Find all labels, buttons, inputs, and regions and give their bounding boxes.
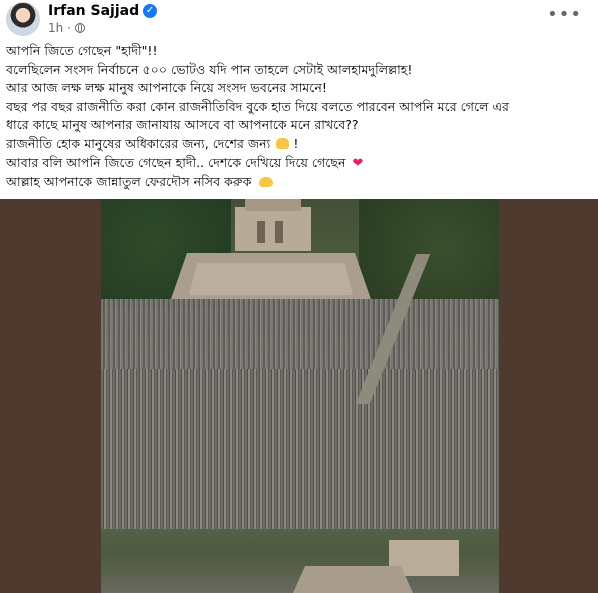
post-photo-frame[interactable] <box>0 199 598 593</box>
plaza <box>293 566 413 593</box>
red-heart-emoji-icon: ❤ <box>352 155 364 171</box>
post-line: আপনি জিতে গেছেন "হাদী"!! <box>6 43 158 58</box>
parliament-building <box>235 199 311 251</box>
crowd-area <box>101 299 499 369</box>
post-line: বছর পর বছর রাজনীতি করা কোন রাজনীতিবিদ বু… <box>6 98 509 114</box>
post-text: আপনি জিতে গেছেন "হাদী"!! বলেছিলেন সংসদ ন… <box>6 42 592 192</box>
plaza-inner <box>189 263 353 295</box>
post-line: আবার বলি আপনি জিতে গেছেন হাদী.. দেশকে দে… <box>6 154 592 174</box>
praying-hands-emoji-icon <box>259 177 274 188</box>
post-line: রাজনীতি হোক মানুষের অধিকারের জন্য, দেশের… <box>6 135 592 154</box>
more-options-icon[interactable]: ••• <box>547 4 582 25</box>
trees-right <box>359 199 499 299</box>
post-line: বলেছিলেন সংসদ নির্বাচনে ৫০০ ভোটও যদি পান… <box>6 61 413 77</box>
globe-icon <box>75 23 86 33</box>
author-link[interactable]: Irfan Sajjad ✓ <box>48 3 158 19</box>
post-line-text: আল্লাহ আপনাকে জান্নাতুল ফেরদৌস নসিব করুক <box>6 174 252 190</box>
post-time[interactable]: 1h <box>48 21 63 35</box>
post-meta: 1h · <box>48 21 86 35</box>
post-header: Irfan Sajjad ✓ 1h · ••• <box>0 0 598 40</box>
post-photo[interactable] <box>101 199 499 593</box>
post-line-text: আবার বলি আপনি জিতে গেছেন হাদী.. দেশকে দে… <box>6 154 346 170</box>
post-line-suffix: ! <box>293 135 299 151</box>
verified-badge-icon: ✓ <box>143 4 158 18</box>
post-line: আল্লাহ আপনাকে জান্নাতুল ফেরদৌস নসিব করুক <box>6 173 592 192</box>
avatar[interactable] <box>6 2 40 36</box>
author-name[interactable]: Irfan Sajjad <box>48 3 139 19</box>
post-line: আর আজ লক্ষ লক্ষ মানুষ আপনাকে নিয়ে সংসদ … <box>6 80 327 96</box>
crowd-area <box>101 369 499 529</box>
post-line-text: রাজনীতি হোক মানুষের অধিকারের জন্য, দেশের… <box>6 135 271 151</box>
post-line: ধারে কাছে মানুষ আপনার জানাযায় আসবে বা আ… <box>6 117 359 133</box>
fist-emoji-icon <box>276 137 290 149</box>
